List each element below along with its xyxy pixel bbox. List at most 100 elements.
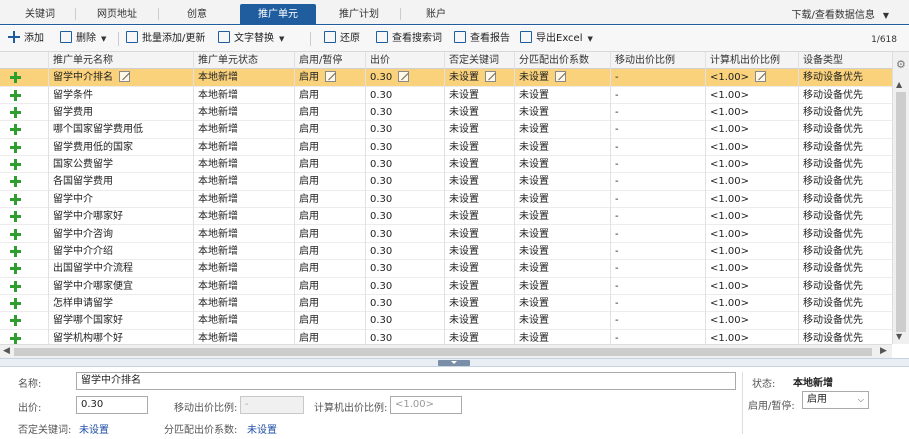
- table-cell[interactable]: 移动设备优先: [800, 191, 863, 207]
- table-cell[interactable]: 留学中介排名: [50, 69, 130, 85]
- edit-icon[interactable]: [485, 71, 496, 83]
- table-cell[interactable]: <1.00>: [707, 156, 749, 172]
- add-row-icon[interactable]: [10, 297, 21, 309]
- table-cell[interactable]: 未设置: [446, 69, 496, 85]
- table-cell[interactable]: 移动设备优先: [800, 226, 863, 242]
- table-cell[interactable]: 未设置: [446, 208, 479, 224]
- horizontal-scrollbar[interactable]: ◀ ▶: [0, 344, 892, 358]
- table-cell[interactable]: 启用: [296, 69, 336, 85]
- tab-creatives[interactable]: 创意: [166, 4, 228, 25]
- table-cell[interactable]: 未设置: [446, 295, 479, 311]
- column-header[interactable]: 推广单元名称: [50, 52, 113, 68]
- table-cell[interactable]: 0.30: [367, 87, 392, 103]
- table-cell[interactable]: 0.30: [367, 156, 392, 172]
- column-header[interactable]: 出价: [367, 52, 390, 68]
- table-cell[interactable]: -: [612, 156, 619, 172]
- table-cell[interactable]: 未设置: [516, 208, 549, 224]
- table-cell[interactable]: -: [612, 278, 619, 294]
- tab-urls[interactable]: 网页地址: [84, 4, 150, 25]
- table-row[interactable]: 出国留学中介流程 本地新增 启用 0.30 未设置 未设置 - <1.00> 移动设备优先: [0, 260, 892, 278]
- add-row-icon[interactable]: [10, 159, 21, 171]
- download-data-menu[interactable]: 下载/查看数据信息 ▼: [791, 6, 889, 21]
- table-cell[interactable]: 启用: [296, 121, 319, 137]
- view-report-button[interactable]: 查看报告: [454, 30, 510, 48]
- table-cell[interactable]: -: [612, 69, 619, 85]
- table-cell[interactable]: -: [612, 243, 619, 259]
- table-cell[interactable]: 启用: [296, 208, 319, 224]
- table-cell[interactable]: 启用: [296, 139, 319, 155]
- batch-add-update-button[interactable]: 批量添加/更新: [126, 30, 205, 48]
- edit-icon[interactable]: [119, 71, 130, 83]
- table-cell[interactable]: 留学条件: [50, 87, 93, 103]
- table-cell[interactable]: -: [612, 226, 619, 242]
- table-row[interactable]: 怎样申请留学 本地新增 启用 0.30 未设置 未设置 - <1.00> 移动设备优先: [0, 294, 892, 313]
- table-cell[interactable]: -: [612, 330, 619, 344]
- table-cell[interactable]: 启用: [296, 295, 319, 311]
- table-cell[interactable]: 未设置: [446, 191, 479, 207]
- table-cell[interactable]: 移动设备优先: [800, 260, 863, 276]
- add-row-icon[interactable]: [10, 72, 21, 84]
- table-cell[interactable]: 未设置: [516, 104, 549, 120]
- table-cell[interactable]: 本地新增: [195, 87, 238, 103]
- table-cell[interactable]: 哪个国家留学费用低: [50, 121, 143, 137]
- scroll-right-icon[interactable]: ▶: [880, 346, 887, 356]
- table-cell[interactable]: -: [612, 260, 619, 276]
- table-cell[interactable]: 本地新增: [195, 69, 238, 85]
- add-row-icon[interactable]: [10, 107, 21, 119]
- edit-icon[interactable]: [555, 71, 566, 83]
- add-row-icon[interactable]: [10, 211, 21, 223]
- table-cell[interactable]: -: [612, 121, 619, 137]
- table-cell[interactable]: 0.30: [367, 330, 392, 344]
- table-cell[interactable]: 移动设备优先: [800, 243, 863, 259]
- table-cell[interactable]: 本地新增: [195, 173, 238, 189]
- table-cell[interactable]: 启用: [296, 226, 319, 242]
- add-row-icon[interactable]: [10, 176, 21, 188]
- table-cell[interactable]: <1.00>: [707, 139, 749, 155]
- table-cell[interactable]: 未设置: [516, 87, 549, 103]
- match-coef-link[interactable]: 未设置: [247, 421, 277, 436]
- table-cell[interactable]: <1.00>: [707, 260, 749, 276]
- table-cell[interactable]: 移动设备优先: [800, 69, 863, 85]
- table-cell[interactable]: 未设置: [446, 121, 479, 137]
- table-cell[interactable]: <1.00>: [707, 69, 767, 85]
- table-cell[interactable]: 启用: [296, 243, 319, 259]
- pc-ratio-input[interactable]: <1.00>: [390, 396, 462, 414]
- table-cell[interactable]: 未设置: [516, 226, 549, 242]
- add-row-icon[interactable]: [10, 315, 21, 327]
- table-cell[interactable]: 本地新增: [195, 226, 238, 242]
- table-cell[interactable]: 本地新增: [195, 104, 238, 120]
- table-cell[interactable]: <1.00>: [707, 226, 749, 242]
- table-cell[interactable]: 0.30: [367, 104, 392, 120]
- table-cell[interactable]: 本地新增: [195, 260, 238, 276]
- table-cell[interactable]: 未设置: [446, 87, 479, 103]
- table-cell[interactable]: 未设置: [516, 330, 549, 344]
- table-cell[interactable]: 留学中介咨询: [50, 226, 113, 242]
- add-row-icon[interactable]: [10, 124, 21, 136]
- column-header[interactable]: 设备类型: [800, 52, 843, 68]
- table-cell[interactable]: 本地新增: [195, 156, 238, 172]
- table-cell[interactable]: 留学哪个国家好: [50, 312, 123, 328]
- table-cell[interactable]: 未设置: [446, 278, 479, 294]
- gear-icon[interactable]: ⚙: [896, 58, 906, 71]
- table-cell[interactable]: 各国留学费用: [50, 173, 113, 189]
- table-cell[interactable]: 国家公费留学: [50, 156, 113, 172]
- table-cell[interactable]: 未设置: [446, 173, 479, 189]
- table-cell[interactable]: 0.30: [367, 173, 392, 189]
- table-cell[interactable]: 0.30: [367, 139, 392, 155]
- table-cell[interactable]: 未设置: [516, 312, 549, 328]
- table-cell[interactable]: <1.00>: [707, 295, 749, 311]
- tab-keywords[interactable]: 关键词: [12, 4, 68, 25]
- table-row[interactable]: 留学中介咨询 本地新增 启用 0.30 未设置 未设置 - <1.00> 移动设备优先: [0, 225, 892, 243]
- table-row[interactable]: 留学费用 本地新增 启用 0.30 未设置 未设置 - <1.00> 移动设备优先: [0, 104, 892, 122]
- table-cell[interactable]: 未设置: [446, 156, 479, 172]
- table-cell[interactable]: 未设置: [516, 278, 549, 294]
- edit-icon[interactable]: [325, 71, 336, 83]
- table-cell[interactable]: 未设置: [516, 121, 549, 137]
- view-search-terms-button[interactable]: 查看搜索词: [376, 30, 442, 48]
- column-header[interactable]: 分匹配出价系数: [516, 52, 589, 68]
- table-cell[interactable]: <1.00>: [707, 278, 749, 294]
- table-cell[interactable]: 未设置: [446, 243, 479, 259]
- table-cell[interactable]: 未设置: [516, 173, 549, 189]
- column-header[interactable]: 启用/暂停: [296, 52, 342, 68]
- table-row[interactable]: 留学中介排名 本地新增 启用 0.30 未设置 未设置 - <1.00> 移动设备优先: [0, 69, 892, 87]
